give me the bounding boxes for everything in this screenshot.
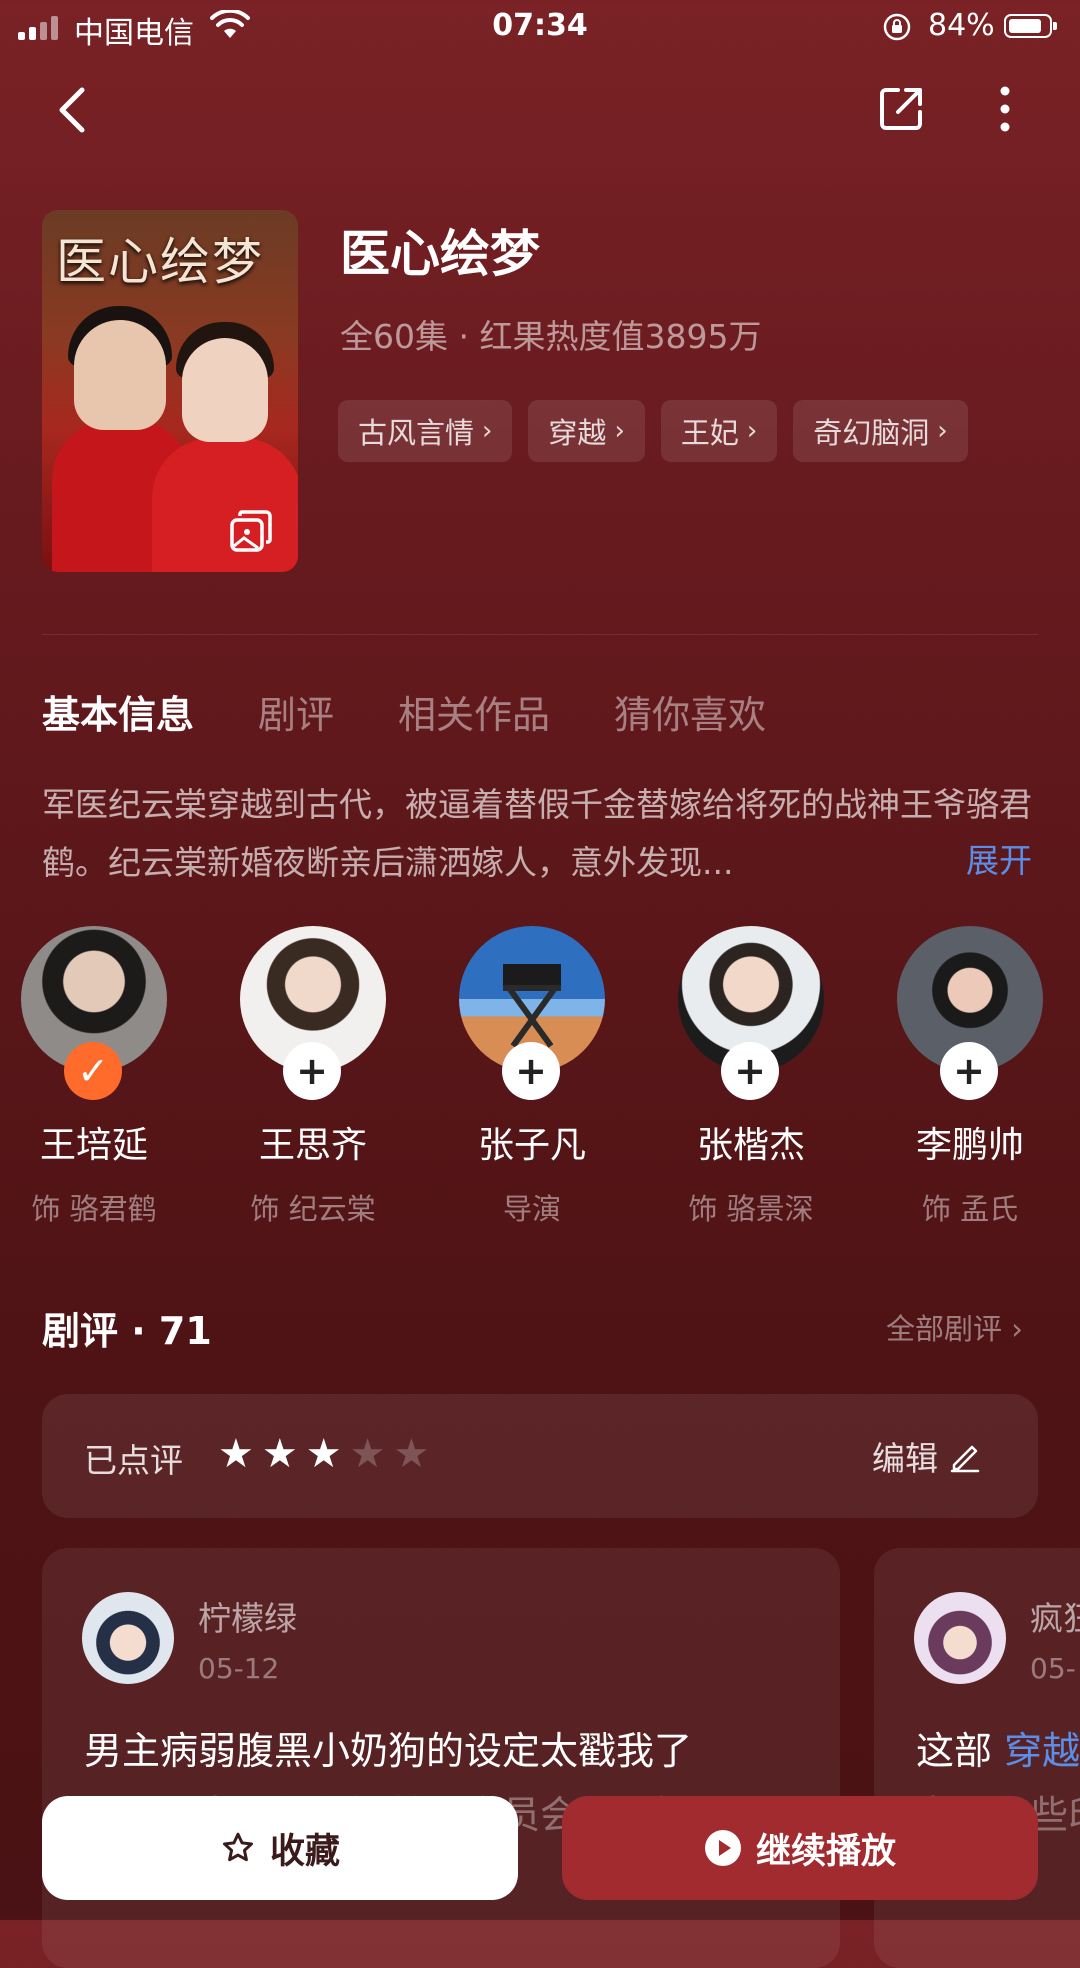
battery-percent: 84% [928,8,995,43]
collect-button[interactable]: 收藏 [42,1796,518,1900]
cast-member[interactable]: + 李鹏帅 饰 孟氏 [870,926,1070,1228]
review-text: 男主病弱腹黑小奶狗的设定太戳我了 [84,1729,693,1773]
poster-image[interactable]: 医心绘梦 [42,210,298,572]
status-bar: 中国电信 07:34 84% [0,0,1080,56]
continue-play-button[interactable]: 继续播放 [562,1796,1038,1900]
tag-chip[interactable]: 王妃 › [660,400,778,462]
rotation-lock-icon [883,13,911,41]
tag-list: 古风言情 › 穿越 › 王妃 › 奇幻脑洞 › [338,400,968,462]
edit-review-button[interactable]: 编辑 [872,1432,982,1480]
star-filled-icon[interactable]: ★ [262,1434,298,1474]
tag-chip[interactable]: 奇幻脑洞 › [793,400,968,462]
rated-label: 已点评 [84,1441,183,1480]
star-empty-icon[interactable]: ★ [350,1434,386,1474]
avatar [82,1592,174,1684]
gallery-icon [230,510,272,552]
review-card[interactable]: 疯狂 05- 这部 穿越 女主有些印女 [874,1548,1080,1968]
battery-icon [1004,14,1057,38]
share-button[interactable] [878,84,926,132]
cast-member[interactable]: ✓ 王培延 饰 骆君鹤 [0,926,194,1228]
review-text: 这部 穿越 [916,1729,1080,1773]
star-filled-icon[interactable]: ★ [306,1434,342,1474]
follow-plus-icon[interactable]: + [940,1042,998,1100]
tab-recommendations[interactable]: 猜你喜欢 [614,684,766,739]
cast-member[interactable]: + 王思齐 饰 纪云棠 [213,926,413,1228]
cast-member[interactable]: + 张子凡 导演 [432,926,632,1228]
followed-check-icon[interactable]: ✓ [64,1042,122,1100]
review-date: 05- [1030,1652,1076,1685]
tag-chip[interactable]: 穿越 › [528,400,645,462]
section-tabs: 基本信息 剧评 相关作品 猜你喜欢 [42,684,766,739]
poster-title: 医心绘梦 [56,233,264,291]
all-reviews-link[interactable]: 全部剧评 › [886,1306,1023,1348]
status-time: 07:34 [492,8,588,43]
synopsis-text: 军医纪云棠穿越到古代，被逼着替假千金替嫁给将死的战神王爷骆君鹤。纪云棠新婚夜断亲… [42,785,1032,882]
rating-stars[interactable]: ★ ★ ★ ★ ★ [218,1434,429,1474]
pencil-icon [950,1445,980,1473]
avatar [914,1592,1006,1684]
star-filled-icon[interactable]: ★ [218,1434,254,1474]
highlight-link[interactable]: 穿越 [1004,1729,1080,1773]
show-meta: 全60集 · 红果热度值3895万 [340,317,762,356]
tag-chip[interactable]: 古风言情 › [338,400,513,462]
review-username: 疯狂 [1030,1599,1080,1638]
star-empty-icon[interactable]: ★ [393,1434,429,1474]
play-icon [704,1830,741,1866]
tab-related-works[interactable]: 相关作品 [398,684,550,739]
review-card[interactable]: 柠檬绿 05-12 男主病弱腹黑小奶狗的设定太戳我了 【…】女配很有智慧，全员会… [42,1548,840,1968]
review-date: 05-12 [198,1652,280,1685]
more-button[interactable] [990,84,1020,134]
follow-plus-icon[interactable]: + [283,1042,341,1100]
back-button[interactable] [52,82,92,138]
my-rating-bar: 已点评 ★ ★ ★ ★ ★ 编辑 [42,1394,1038,1518]
follow-plus-icon[interactable]: + [502,1042,560,1100]
tab-basic-info[interactable]: 基本信息 [42,684,194,739]
expand-link[interactable]: 展开 [966,834,1032,882]
cast-member[interactable]: + 张楷杰 饰 骆景深 [651,926,851,1228]
review-username: 柠檬绿 [198,1599,297,1638]
show-title: 医心绘梦 [340,225,540,283]
follow-plus-icon[interactable]: + [721,1042,779,1100]
cast-list: ✓ 王培延 饰 骆君鹤 + 王思齐 饰 纪云棠 + 张子凡 导演 + 张楷杰 饰… [0,926,1080,1226]
reviews-heading: 剧评 · 71 [42,1309,212,1353]
divider [42,634,1038,635]
star-outline-icon [222,1832,253,1862]
tab-reviews[interactable]: 剧评 [258,684,334,739]
